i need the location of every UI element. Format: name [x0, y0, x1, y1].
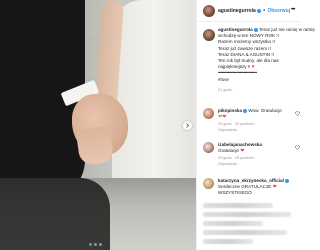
- commenter-avatar[interactable]: [203, 142, 214, 153]
- author-avatar[interactable]: [203, 5, 215, 17]
- carousel-dot: [94, 243, 97, 246]
- post-photo[interactable]: [0, 0, 196, 250]
- comment-text: Gratulacje: [218, 148, 239, 153]
- post-header: agustinegurrola • Obserwuj •••: [197, 0, 301, 22]
- comment-body: izabelajanachowska Gratulacje ❤ 20 godz.…: [218, 142, 288, 167]
- verified-badge-icon: [253, 27, 258, 32]
- comment-text: Wow. Gratulacje: [248, 108, 282, 113]
- blurred-content-row: [203, 203, 273, 208]
- photo-floor-shadow: [0, 178, 110, 250]
- verified-badge-icon: [243, 108, 247, 113]
- chevron-right-icon: [186, 123, 190, 128]
- commenter-username[interactable]: izabelajanachowska: [218, 142, 262, 147]
- caption-time: 21 godz.: [218, 87, 233, 92]
- comment-body: katarzyna_skrzynecka_official Serdeczne …: [218, 178, 296, 196]
- heart-emoji-icon: ♥: [251, 64, 255, 71]
- blurred-content-row: [203, 221, 263, 226]
- heart-emoji-icon: ❤: [222, 114, 227, 120]
- commenter-username[interactable]: piknpinska: [218, 108, 242, 113]
- caption-text: agustinegurrola Teraz już nie ramię w ra…: [218, 27, 315, 93]
- post-side-panel: agustinegurrola • Obserwuj ••• agustineg…: [196, 0, 315, 250]
- caption-avatar[interactable]: [203, 29, 215, 41]
- verified-badge-icon: [284, 178, 289, 183]
- blurred-content-row: [203, 230, 287, 235]
- commenter-username[interactable]: katarzyna_skrzynecka_official: [218, 178, 284, 183]
- comment-body: piknpinska Wow. Gratulacje ❤❤ 20 godz. 2…: [218, 108, 288, 133]
- author-username[interactable]: agustinegurrola: [218, 8, 256, 14]
- comment-text: Serdeczne GRATULACJE: [218, 184, 272, 189]
- comment-meta: 20 godz. 25 polubień Odpowiedz: [218, 121, 288, 133]
- carousel-next-button[interactable]: [183, 121, 192, 130]
- comment-meta: 20 godz. 29 polubień Odpowiedz: [218, 155, 288, 167]
- reply-button[interactable]: Odpowiedz: [218, 162, 237, 166]
- comment-likes[interactable]: 29 polubień: [235, 156, 255, 160]
- comment-time: 20 godz.: [218, 122, 233, 126]
- like-comment-heart-icon[interactable]: [295, 111, 300, 116]
- author-row: agustinegurrola • Obserwuj: [218, 8, 290, 14]
- caption-hashtag[interactable]: #love: [218, 77, 300, 83]
- carousel-dot-active: [89, 243, 92, 246]
- commenter-avatar[interactable]: [203, 178, 214, 189]
- header-separator: •: [263, 8, 265, 14]
- carousel-dot: [99, 243, 102, 246]
- reply-button[interactable]: Odpowiedz: [218, 128, 237, 132]
- comment-time: 20 godz.: [218, 156, 233, 160]
- follow-button[interactable]: Obserwuj: [267, 8, 290, 14]
- carousel-dots: [89, 243, 102, 246]
- heart-emoji-icon: ❤: [272, 184, 277, 190]
- comment-text-continued: WSZYSTKIEGO: [218, 190, 252, 195]
- verified-badge-icon: [256, 8, 261, 13]
- like-comment-heart-icon[interactable]: [295, 145, 300, 150]
- instagram-post: agustinegurrola • Obserwuj ••• agustineg…: [0, 0, 315, 250]
- comment-likes[interactable]: 25 polubień: [235, 122, 255, 126]
- caption-username[interactable]: agustinegurrola: [218, 27, 253, 32]
- commenter-avatar[interactable]: [203, 108, 214, 119]
- blurred-content-row: [203, 239, 253, 244]
- blurred-content-row: [203, 212, 291, 217]
- more-options-icon[interactable]: •••: [291, 7, 295, 13]
- heart-emoji-icon: ❤: [240, 148, 245, 154]
